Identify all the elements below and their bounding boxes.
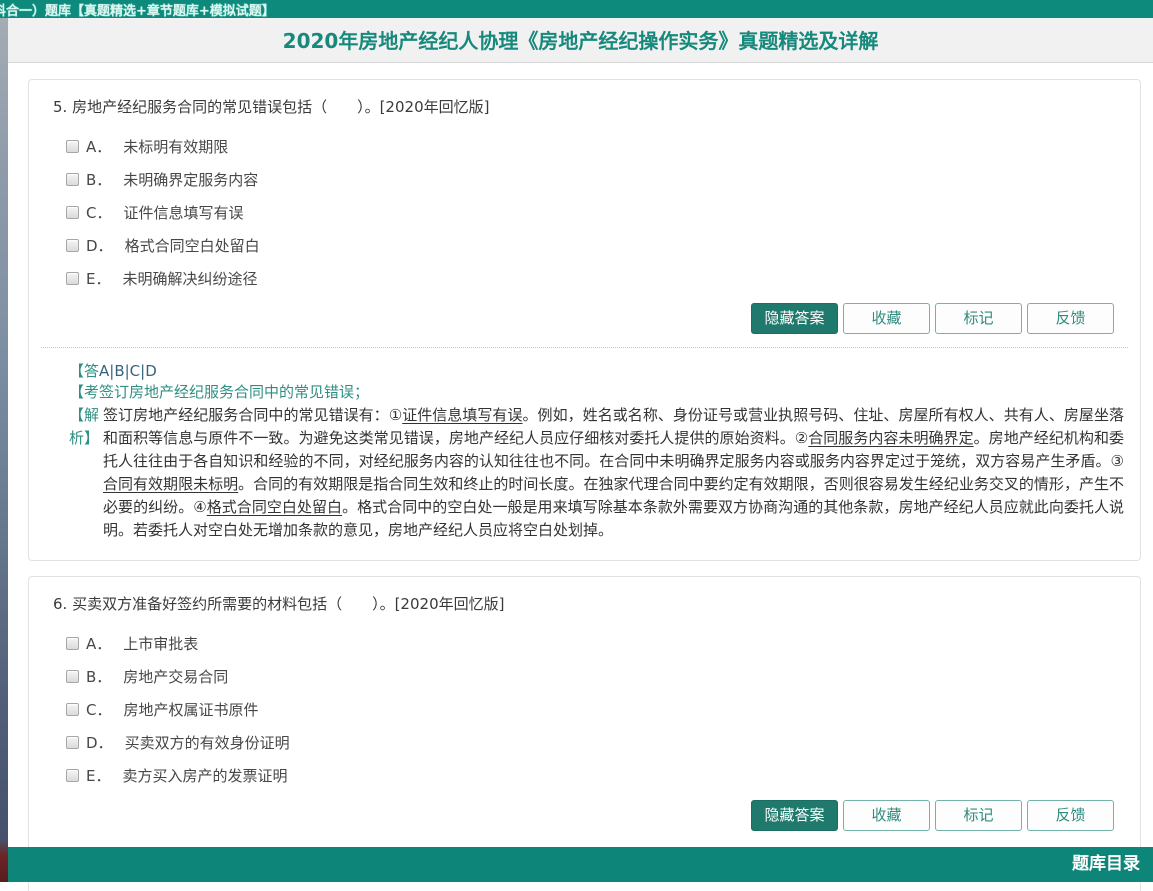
analysis-underline-term: 证件信息填写有误 <box>402 406 522 424</box>
option-row-c[interactable]: C． 房地产权属证书原件 <box>43 693 1126 726</box>
option-text: 买卖双方的有效身份证明 <box>125 732 290 753</box>
page-title: 2020年房地产经纪人协理《房地产经纪操作实务》真题精选及详解 <box>8 18 1153 64</box>
option-text: 房地产交易合同 <box>123 666 228 687</box>
option-checkbox[interactable] <box>66 239 79 252</box>
feedback-button[interactable]: 反馈 <box>1027 303 1114 334</box>
question-card-6: 6. 买卖双方准备好签约所需要的材料包括（ ）。[2020年回忆版] A． 上市… <box>28 576 1141 891</box>
question-stem: 5. 房地产经纪服务合同的常见错误包括（ ）。[2020年回忆版] <box>43 96 1126 118</box>
window-title-bar: 科合一）题库【真题精选+章节题库+模拟试题】 <box>0 0 1153 18</box>
option-row-b[interactable]: B． 房地产交易合同 <box>43 660 1126 693</box>
option-checkbox[interactable] <box>66 736 79 749</box>
option-row-d[interactable]: D． 买卖双方的有效身份证明 <box>43 726 1126 759</box>
option-text: 格式合同空白处留白 <box>125 235 260 256</box>
hide-answer-button[interactable]: 隐藏答案 <box>751 303 838 334</box>
page: 2020年房地产经纪人协理《房地产经纪操作实务》真题精选及详解 5. 房地产经纪… <box>8 18 1153 882</box>
option-text: 卖方买入房产的发票证明 <box>122 765 287 786</box>
option-label: D． <box>86 732 113 753</box>
background-photo-strip <box>0 18 8 882</box>
analysis-underline-term: 格式合同空白处留白 <box>207 498 342 516</box>
analysis-label: 【解析】 <box>69 404 103 450</box>
answer-value: A|B|C|D <box>99 362 157 380</box>
option-checkbox[interactable] <box>66 703 79 716</box>
bottom-bar: 题库目录 <box>8 847 1153 882</box>
question-actions: 隐藏答案 收藏 标记 反馈 <box>43 800 1126 831</box>
option-row-a[interactable]: A． 上市审批表 <box>43 627 1126 660</box>
hide-answer-button[interactable]: 隐藏答案 <box>751 800 838 831</box>
option-label: B． <box>86 169 111 190</box>
exam-point-line: 【考签订房地产经纪服务合同中的常见错误； <box>69 382 1124 403</box>
option-label: D． <box>86 235 113 256</box>
question-stem: 6. 买卖双方准备好签约所需要的材料包括（ ）。[2020年回忆版] <box>43 593 1126 615</box>
option-checkbox[interactable] <box>66 769 79 782</box>
option-row-e[interactable]: E． 未明确解决纠纷途径 <box>43 262 1126 295</box>
analysis-text: 签订房地产经纪服务合同中的常见错误有：① <box>103 406 402 424</box>
mark-button[interactable]: 标记 <box>935 303 1022 334</box>
mark-button[interactable]: 标记 <box>935 800 1022 831</box>
analysis-label-line2: 析】 <box>69 427 103 450</box>
option-text: 上市审批表 <box>123 633 198 654</box>
analysis-label-line1: 【解 <box>69 404 103 427</box>
option-label: E． <box>86 268 110 289</box>
question-list: 5. 房地产经纪服务合同的常见错误包括（ ）。[2020年回忆版] A． 未标明… <box>8 63 1153 891</box>
option-row-b[interactable]: B． 未明确界定服务内容 <box>43 163 1126 196</box>
option-row-a[interactable]: A． 未标明有效期限 <box>43 130 1126 163</box>
option-label: A． <box>86 633 111 654</box>
option-text: 未明确解决纠纷途径 <box>122 268 257 289</box>
window-title: 科合一）题库【真题精选+章节题库+模拟试题】 <box>0 3 275 18</box>
page-header: 2020年房地产经纪人协理《房地产经纪操作实务》真题精选及详解 <box>8 18 1153 63</box>
favorite-button[interactable]: 收藏 <box>843 800 930 831</box>
option-label: B． <box>86 666 111 687</box>
answer-label: 【答 <box>69 362 99 380</box>
exam-point-text: 签订房地产经纪服务合同中的常见错误； <box>99 383 369 401</box>
option-row-e[interactable]: E． 卖方买入房产的发票证明 <box>43 759 1126 792</box>
favorite-button[interactable]: 收藏 <box>843 303 930 334</box>
option-list: A． 未标明有效期限 B． 未明确界定服务内容 C． 证件信息填写有误 D． 格… <box>43 130 1126 295</box>
option-checkbox[interactable] <box>66 272 79 285</box>
feedback-button[interactable]: 反馈 <box>1027 800 1114 831</box>
analysis-paragraph: 【解析】签订房地产经纪服务合同中的常见错误有：①证件信息填写有误。例如，姓名或名… <box>69 404 1124 542</box>
option-text: 未标明有效期限 <box>123 136 228 157</box>
option-label: E． <box>86 765 110 786</box>
answer-line: 【答A|B|C|D <box>69 361 1124 382</box>
option-label: A． <box>86 136 111 157</box>
option-row-d[interactable]: D． 格式合同空白处留白 <box>43 229 1126 262</box>
option-checkbox[interactable] <box>66 637 79 650</box>
option-checkbox[interactable] <box>66 206 79 219</box>
analysis-underline-term: 合同有效期限未标明 <box>103 475 238 493</box>
exam-point-label: 【考 <box>69 383 99 401</box>
question-actions: 隐藏答案 收藏 标记 反馈 <box>43 303 1126 334</box>
option-label: C． <box>86 699 111 720</box>
option-text: 证件信息填写有误 <box>123 202 243 223</box>
answer-block: 【答A|B|C|D 【考签订房地产经纪服务合同中的常见错误； 【解析】签订房地产… <box>43 361 1126 542</box>
analysis-underline-term: 合同服务内容未明确界定 <box>808 429 973 447</box>
option-text: 未明确界定服务内容 <box>123 169 258 190</box>
option-row-c[interactable]: C． 证件信息填写有误 <box>43 196 1126 229</box>
answer-divider <box>41 347 1128 348</box>
option-text: 房地产权属证书原件 <box>123 699 258 720</box>
option-checkbox[interactable] <box>66 140 79 153</box>
question-card-5: 5. 房地产经纪服务合同的常见错误包括（ ）。[2020年回忆版] A． 未标明… <box>28 79 1141 561</box>
option-checkbox[interactable] <box>66 173 79 186</box>
option-list: A． 上市审批表 B． 房地产交易合同 C． 房地产权属证书原件 D． 买卖双方… <box>43 627 1126 792</box>
option-label: C． <box>86 202 111 223</box>
question-bank-catalog-link[interactable]: 题库目录 <box>1072 847 1140 882</box>
option-checkbox[interactable] <box>66 670 79 683</box>
